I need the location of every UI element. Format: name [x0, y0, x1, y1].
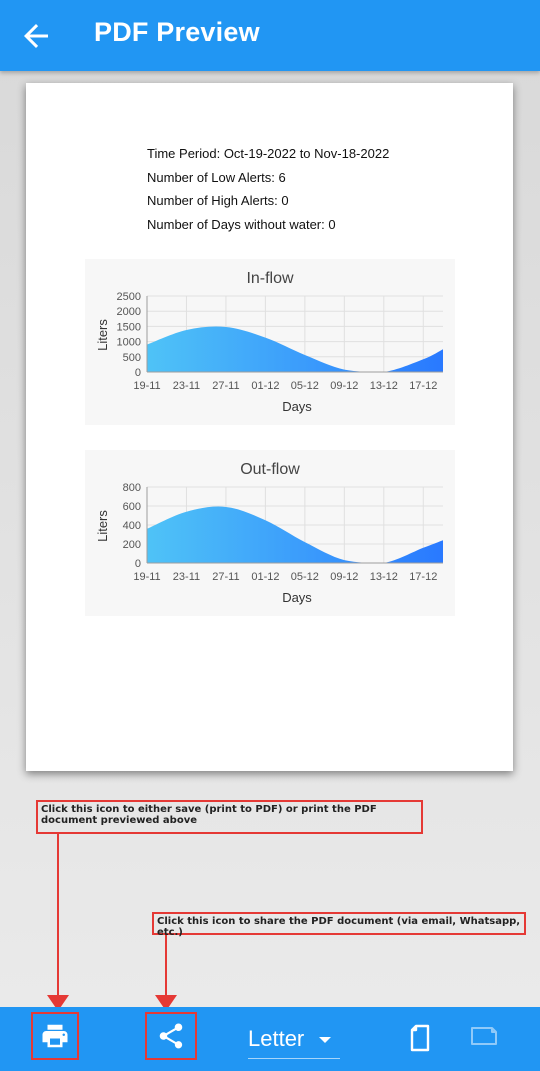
time-period-text: Time Period: Oct-19-2022 to Nov-18-2022	[147, 146, 390, 161]
x-axis-label: Days	[282, 590, 312, 605]
y-axis-label: Liters	[95, 510, 110, 542]
x-tick-label: 09-12	[330, 571, 358, 583]
x-tick-label: 01-12	[251, 571, 279, 583]
days-without-water-text: Number of Days without water: 0	[147, 216, 336, 232]
landscape-page-icon	[471, 1027, 497, 1045]
share-button[interactable]	[145, 1012, 197, 1060]
y-axis-label: Liters	[95, 319, 110, 351]
print-hint-arrow-line	[57, 834, 59, 997]
x-tick-label: 13-12	[370, 571, 398, 583]
inflow-chart-svg: In-flow 0 500 1000 1500 2000 2500 19-11 23-11 27-…	[95, 270, 443, 414]
inflow-chart: In-flow 0 500 1000 1500 2000 2500 19-11 23-11 27-…	[85, 259, 455, 425]
print-hint-callout: Click this icon to either save (print to…	[36, 800, 423, 834]
report-summary: Time Period: Oct-19-2022 to Nov-18-2022 …	[147, 145, 389, 239]
portrait-orientation-button[interactable]	[407, 1023, 433, 1058]
x-axis-label: Days	[282, 399, 312, 414]
x-tick-label: 19-11	[133, 571, 160, 583]
x-tick-label: 01-12	[251, 380, 279, 392]
share-hint-callout: Click this icon to share the PDF documen…	[152, 912, 526, 938]
y-tick-label: 1500	[117, 321, 141, 333]
y-tick-label: 800	[123, 482, 141, 494]
pdf-page-preview: Time Period: Oct-19-2022 to Nov-18-2022 …	[26, 83, 513, 771]
high-alerts-text: Number of High Alerts: 0	[147, 193, 289, 208]
x-tick-label: 23-11	[173, 380, 200, 392]
y-tick-label: 200	[123, 539, 141, 551]
y-tick-label: 600	[123, 501, 141, 513]
outflow-chart-svg: Out-flow 0 200 400 600 800 19-11 23-11 27-11 01-1…	[95, 461, 443, 605]
x-tick-label: 17-12	[409, 571, 437, 583]
y-tick-label: 2500	[117, 291, 141, 303]
caret-down-icon	[319, 1037, 331, 1043]
printer-icon	[42, 1024, 68, 1048]
x-tick-label: 05-12	[291, 571, 319, 583]
x-tick-label: 05-12	[291, 380, 319, 392]
page-size-dropdown[interactable]: Letter	[248, 1019, 340, 1059]
outflow-chart: Out-flow 0 200 400 600 800 19-11 23-11 27-11 01-1…	[85, 450, 455, 616]
y-tick-label: 400	[123, 520, 141, 532]
x-tick-label: 19-11	[133, 380, 160, 392]
portrait-page-icon	[410, 1024, 430, 1052]
x-tick-label: 23-11	[173, 571, 200, 583]
share-hint-arrow-line	[165, 935, 167, 997]
y-tick-label: 0	[135, 558, 141, 570]
landscape-orientation-button[interactable]	[469, 1023, 499, 1054]
series-area	[147, 326, 443, 372]
y-tick-label: 2000	[117, 306, 141, 318]
y-tick-label: 1000	[117, 337, 141, 349]
chart-title: Out-flow	[240, 461, 300, 478]
print-button[interactable]	[31, 1012, 79, 1060]
x-tick-label: 17-12	[409, 380, 437, 392]
x-tick-label: 27-11	[212, 380, 239, 392]
chart-title: In-flow	[246, 270, 294, 287]
app-bar: PDF Preview	[0, 0, 540, 71]
series-area	[147, 506, 443, 563]
arrow-back-icon	[24, 24, 48, 48]
share-icon	[159, 1023, 183, 1049]
back-button[interactable]	[18, 18, 54, 54]
x-tick-label: 09-12	[330, 380, 358, 392]
y-tick-label: 0	[135, 367, 141, 379]
x-tick-label: 13-12	[370, 380, 398, 392]
low-alerts-text: Number of Low Alerts: 6	[147, 169, 286, 185]
page-title: PDF Preview	[94, 17, 260, 47]
page-size-value: Letter	[248, 1026, 305, 1051]
x-tick-label: 27-11	[212, 571, 239, 583]
bottom-toolbar: Letter	[0, 1007, 540, 1071]
y-tick-label: 500	[123, 352, 141, 364]
